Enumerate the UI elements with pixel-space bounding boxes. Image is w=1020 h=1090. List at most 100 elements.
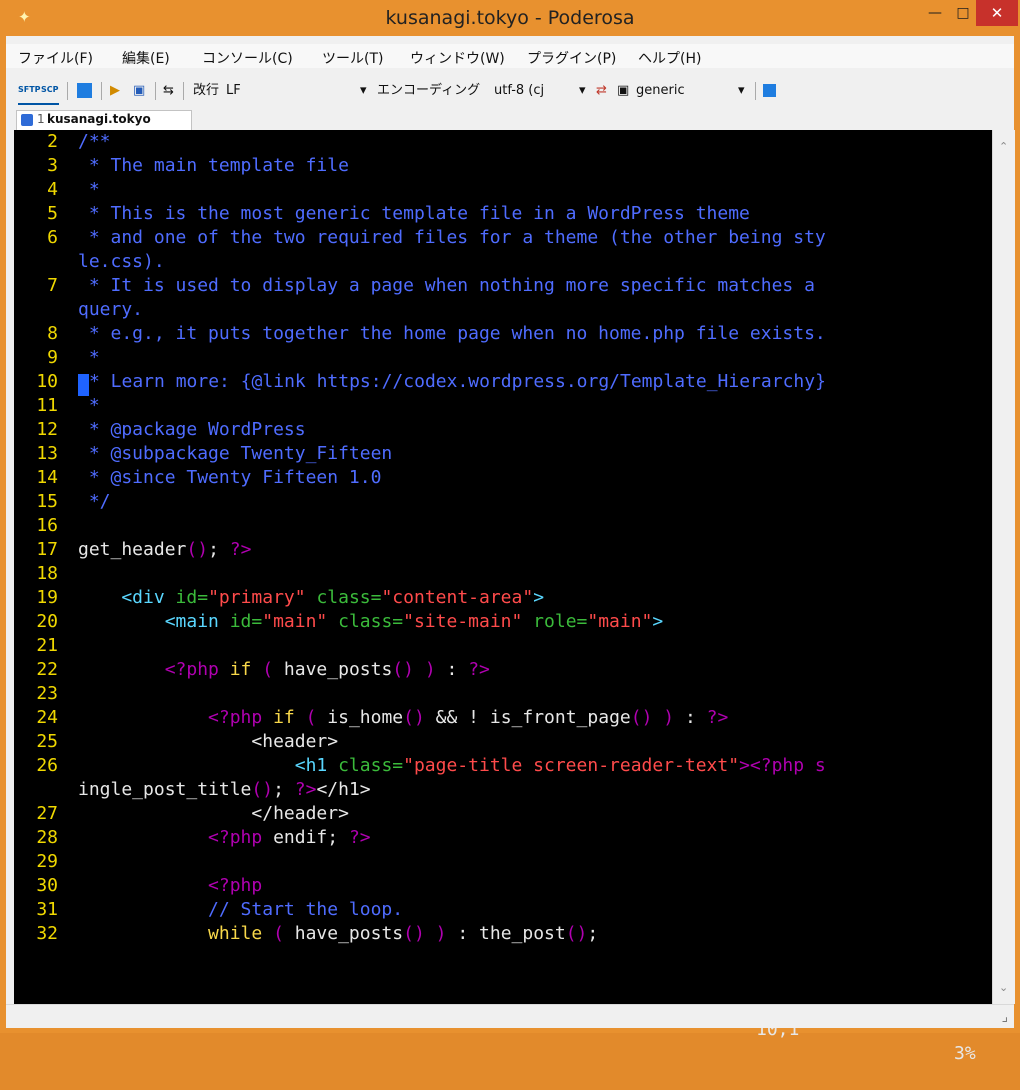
code-line: query. bbox=[14, 298, 992, 322]
scp-button[interactable]: SCP bbox=[41, 85, 59, 105]
encoding-select[interactable]: utf-8 (cj bbox=[494, 82, 544, 100]
line-number: 30 bbox=[36, 875, 58, 896]
terminal-type-select[interactable]: generic bbox=[636, 82, 685, 100]
code-token: query. bbox=[78, 299, 144, 320]
line-number: 23 bbox=[36, 683, 58, 704]
line-number: 13 bbox=[36, 443, 58, 464]
scroll-percent: 3% bbox=[954, 1043, 976, 1064]
toolbar-separator bbox=[155, 82, 156, 100]
menu-edit[interactable]: 編集(E) bbox=[122, 48, 170, 68]
code-token: () bbox=[186, 539, 209, 560]
code-token: () bbox=[565, 923, 588, 944]
code-text: * The main template file bbox=[78, 154, 349, 178]
line-number: 29 bbox=[36, 851, 58, 872]
line-feed-icon[interactable]: ⇆ bbox=[163, 82, 174, 100]
code-line: 17 get_header(); ?> bbox=[14, 538, 992, 562]
code-line: 4 * bbox=[14, 178, 992, 202]
menu-console[interactable]: コンソール(C) bbox=[202, 48, 293, 68]
scroll-down-icon[interactable]: ⌄ bbox=[999, 981, 1008, 994]
code-token: ?> bbox=[468, 659, 490, 680]
terminal-screen[interactable]: 2/** 3 * The main template file 4 * 5 * Thi… bbox=[14, 130, 992, 1004]
code-line: 18 bbox=[14, 562, 992, 586]
terminal-type-icon[interactable]: ▣ bbox=[617, 82, 629, 100]
text-cursor bbox=[78, 374, 89, 396]
line-number: 21 bbox=[36, 635, 58, 656]
code-line: ingle_post_title(); ?></h1> bbox=[14, 778, 992, 802]
poderosa-window: ✦ kusanagi.tokyo - Poderosa — □ ✕ ファイル(F… bbox=[0, 0, 1020, 1064]
line-number: 12 bbox=[36, 419, 58, 440]
line-number: 7 bbox=[47, 275, 58, 296]
menu-plugin[interactable]: プラグイン(P) bbox=[527, 48, 616, 68]
line-number: 18 bbox=[36, 563, 58, 584]
code-line: 31 // Start the loop. bbox=[14, 898, 992, 922]
vertical-scrollbar[interactable]: ⌃ ⌄ bbox=[992, 130, 1015, 1004]
code-token: * @subpackage Twenty_Fifteen bbox=[78, 443, 393, 464]
close-button[interactable]: ✕ bbox=[976, 0, 1018, 26]
minimize-button[interactable]: — bbox=[920, 0, 950, 26]
code-line: 13 * @subpackage Twenty_Fifteen bbox=[14, 442, 992, 466]
save-icon[interactable]: ▣ bbox=[133, 82, 145, 100]
tab-kusanagi-tokyo[interactable]: 1 kusanagi.tokyo bbox=[16, 110, 192, 130]
shell-icon[interactable] bbox=[763, 82, 776, 100]
code-token: ><?php s bbox=[739, 755, 826, 776]
code-text: * @subpackage Twenty_Fifteen bbox=[78, 442, 392, 466]
code-token: () bbox=[251, 779, 274, 800]
menu-window[interactable]: ウィンドウ(W) bbox=[410, 48, 505, 68]
code-text: // Start the loop. bbox=[78, 898, 403, 922]
maximize-button[interactable]: □ bbox=[950, 0, 976, 26]
code-line: 7 * It is used to display a page when no… bbox=[14, 274, 992, 298]
code-token: class= bbox=[327, 611, 404, 632]
code-line: 24 <?php if ( is_home() && ! is_front_pa… bbox=[14, 706, 992, 730]
menu-help[interactable]: ヘルプ(H) bbox=[638, 48, 701, 68]
code-line: 10 * Learn more: {@link https://codex.wo… bbox=[14, 370, 992, 396]
line-number: 20 bbox=[36, 611, 58, 632]
code-token: * The main template file bbox=[78, 155, 349, 176]
code-line: 9 * bbox=[14, 346, 992, 370]
code-token: </header> bbox=[78, 803, 349, 824]
menu-file[interactable]: ファイル(F) bbox=[18, 48, 93, 68]
scroll-up-icon[interactable]: ⌃ bbox=[999, 140, 1008, 153]
chevron-down-icon[interactable]: ▾ bbox=[579, 82, 586, 100]
code-token: ( bbox=[262, 923, 295, 944]
code-text: * This is the most generic template file… bbox=[78, 202, 750, 226]
code-token: */ bbox=[78, 491, 111, 512]
code-token: </h1> bbox=[316, 779, 371, 800]
sftp-button[interactable]: SFTP bbox=[18, 85, 41, 105]
tab-label: kusanagi.tokyo bbox=[47, 112, 151, 126]
new-connection-icon[interactable] bbox=[77, 82, 92, 100]
code-token: endif bbox=[273, 827, 328, 848]
open-folder-icon[interactable]: ▶ bbox=[110, 82, 120, 100]
code-token: id= bbox=[175, 587, 209, 608]
chevron-down-icon[interactable]: ▾ bbox=[738, 82, 745, 100]
code-line: 8 * e.g., it puts together the home page… bbox=[14, 322, 992, 346]
code-token: ; bbox=[327, 827, 349, 848]
code-token: <?php bbox=[78, 659, 230, 680]
code-text: * @package WordPress bbox=[78, 418, 306, 442]
toolbar: SFTP SCP ▶ ▣ ⇆ 改行 LF ▾ エンコーディング utf-8 (c… bbox=[6, 77, 1014, 107]
line-number: 9 bbox=[47, 347, 58, 368]
code-token: * and one of the two required files for … bbox=[78, 227, 826, 248]
resize-grip-icon[interactable]: ⌟ bbox=[1001, 1009, 1008, 1025]
code-token: have_posts bbox=[294, 923, 404, 944]
code-token: * Learn more: {@link https://codex.wordp… bbox=[89, 371, 826, 392]
code-line: 11 * bbox=[14, 394, 992, 418]
chevron-down-icon[interactable]: ▾ bbox=[360, 82, 367, 100]
code-token: ?> bbox=[229, 539, 252, 560]
code-text: le.css). bbox=[78, 250, 165, 274]
reconnect-icon[interactable]: ⇄ bbox=[596, 82, 607, 100]
code-token: ( bbox=[251, 659, 284, 680]
code-text: while ( have_posts() ) : the_post(); bbox=[78, 922, 598, 946]
code-line: 12 * @package WordPress bbox=[14, 418, 992, 442]
code-token: <h1 bbox=[78, 755, 339, 776]
line-number: 24 bbox=[36, 707, 58, 728]
code-line: 27 </header> bbox=[14, 802, 992, 826]
line-number: 31 bbox=[36, 899, 58, 920]
line-number: 22 bbox=[36, 659, 58, 680]
code-line: 20 <main id="main" class="site-main" rol… bbox=[14, 610, 992, 634]
menu-bar: ファイル(F) 編集(E) コンソール(C) ツール(T) ウィンドウ(W) プ… bbox=[6, 44, 1014, 68]
menu-tools[interactable]: ツール(T) bbox=[322, 48, 383, 68]
code-token: the_post bbox=[479, 923, 566, 944]
code-line: 3 * The main template file bbox=[14, 154, 992, 178]
code-line: le.css). bbox=[14, 250, 992, 274]
newline-select[interactable]: LF bbox=[226, 82, 241, 100]
